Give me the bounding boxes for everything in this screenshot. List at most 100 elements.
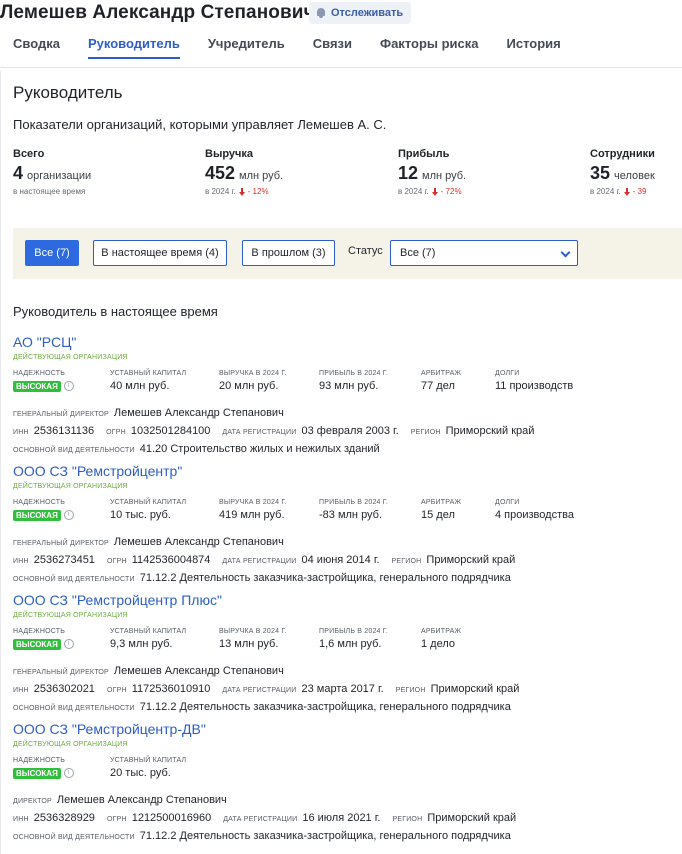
reg-date-value: 16 июля 2021 г. xyxy=(302,812,381,824)
metric-value: 452 xyxy=(205,163,236,183)
org-card: ООО СЗ "Ремстройцентр-ДВ" Действующая ор… xyxy=(13,721,682,843)
org-name-link[interactable]: АО "РСЦ" xyxy=(13,334,682,350)
profit-label: Прибыль в 2024 г. xyxy=(319,499,389,506)
revenue-label: Выручка в 2024 г. xyxy=(219,499,287,506)
metric-note: в настоящее время xyxy=(13,187,86,196)
ogrn-label: ОГРН xyxy=(106,429,126,436)
filter-bar: Все (7) В настоящее время (4) В прошлом … xyxy=(13,228,682,279)
ogrn-value: 1212500016960 xyxy=(131,812,212,824)
debts-value: 4 производства xyxy=(495,509,574,521)
inn-label: ИНН xyxy=(13,429,29,436)
filter-current-button[interactable]: В настоящее время (4) xyxy=(93,240,227,266)
ogrn-value: 1172536010910 xyxy=(131,683,211,695)
metric-note: в 2024 г. xyxy=(590,187,621,196)
info-icon[interactable]: i xyxy=(63,768,74,779)
filter-all-button[interactable]: Все (7) xyxy=(25,240,79,266)
reg-date-label: Дата регистрации xyxy=(223,816,298,823)
inn-value: 2536328929 xyxy=(33,812,95,824)
capital-label: Уставный капитал xyxy=(110,628,187,635)
reg-date-label: Дата регистрации xyxy=(222,558,297,565)
org-status: Действующая организация xyxy=(13,741,128,748)
profit-value: 93 млн руб. xyxy=(319,380,379,392)
metric-value: 12 xyxy=(398,163,419,183)
reliability-label: Надежность xyxy=(13,628,66,635)
profit-value: 1,6 млн руб. xyxy=(319,638,382,650)
metric-change: - 72% xyxy=(440,187,462,196)
region-label: Регион xyxy=(410,429,441,436)
track-button[interactable]: Отслеживать xyxy=(309,2,412,24)
director-label: Генеральный директор xyxy=(13,411,109,418)
filter-past-button[interactable]: В прошлом (3) xyxy=(242,240,335,266)
revenue-value: 20 млн руб. xyxy=(219,380,279,392)
tab-summary[interactable]: Сводка xyxy=(13,28,60,59)
reg-date-value: 23 марта 2017 г. xyxy=(301,683,384,695)
debts-value: 11 производств xyxy=(495,380,574,392)
page-header: Лемешев Александр Степанович Отслеживать… xyxy=(0,0,682,62)
activity-label: Основной вид деятельности xyxy=(13,576,135,583)
org-name-link[interactable]: ООО СЗ "Ремстройцентр-ДВ" xyxy=(13,721,682,737)
status-select-value: Все (7) xyxy=(400,247,436,259)
ogrn-label: ОГРН xyxy=(106,558,127,565)
org-status: Действующая организация xyxy=(13,354,128,361)
metric-total: Всего 4 организации в настоящее время xyxy=(13,148,91,196)
org-name-link[interactable]: ООО СЗ "Ремстройцентр Плюс" xyxy=(13,592,682,608)
org-name-link[interactable]: ООО СЗ "Ремстройцентр" xyxy=(13,463,682,479)
director-name: Лемешев Александр Степанович xyxy=(113,407,284,419)
metric-value: 4 xyxy=(13,163,24,183)
activity-value: 71.12.2 Деятельность заказчика-застройщи… xyxy=(139,830,511,842)
tab-risk-factors[interactable]: Факторы риска xyxy=(380,28,479,59)
arbitration-value: 15 дел xyxy=(421,509,455,521)
revenue-value: 419 млн руб. xyxy=(219,509,285,521)
status-select[interactable]: Все (7) xyxy=(390,240,578,266)
capital-label: Уставный капитал xyxy=(110,370,187,377)
metric-unit: человек xyxy=(614,170,655,182)
reg-date-label: Дата регистрации xyxy=(222,687,297,694)
tab-founder[interactable]: Учредитель xyxy=(208,28,285,59)
region-value: Приморский край xyxy=(426,554,516,566)
revenue-value: 13 млн руб. xyxy=(219,638,279,650)
info-icon[interactable]: i xyxy=(63,510,74,521)
arbitration-label: Арбитраж xyxy=(421,370,462,377)
arbitration-label: Арбитраж xyxy=(421,628,462,635)
director-label: Директор xyxy=(13,798,52,805)
activity-value: 71.12.2 Деятельность заказчика-застройщи… xyxy=(139,572,511,584)
list-title: Руководитель в настоящее время xyxy=(13,304,218,319)
debts-label: Долги xyxy=(495,499,520,506)
metric-label: Прибыль xyxy=(398,148,450,160)
reg-date-value: 03 февраля 2003 г. xyxy=(301,425,399,437)
capital-value: 9,3 млн руб. xyxy=(110,638,173,650)
activity-value: 41.20 Строительство жилых и нежилых здан… xyxy=(139,443,380,455)
activity-value: 71.12.2 Деятельность заказчика-застройщи… xyxy=(139,701,511,713)
metric-revenue: Выручка 452 млн руб. в 2024 г. - 12% xyxy=(205,148,283,196)
director-name: Лемешев Александр Степанович xyxy=(113,665,284,677)
tab-links[interactable]: Связи xyxy=(313,28,352,59)
info-icon[interactable]: i xyxy=(63,381,74,392)
ogrn-value: 1142536004874 xyxy=(131,554,211,566)
profit-value: -83 млн руб. xyxy=(319,509,383,521)
capital-value: 20 тыс. руб. xyxy=(110,767,171,779)
metric-label: Выручка xyxy=(205,148,254,160)
tab-history[interactable]: История xyxy=(507,28,561,59)
org-status: Действующая организация xyxy=(13,483,128,490)
info-icon[interactable]: i xyxy=(63,639,74,650)
reliability-label: Надежность xyxy=(13,370,66,377)
reliability-badge: Высокая xyxy=(13,510,61,521)
arbitration-label: Арбитраж xyxy=(421,499,462,506)
metric-employees: Сотрудники 35 человек в 2024 г. - 39 xyxy=(590,148,655,196)
debts-label: Долги xyxy=(495,370,520,377)
tabs-divider xyxy=(0,67,682,68)
reliability-badge: Высокая xyxy=(13,768,61,779)
inn-label: ИНН xyxy=(13,816,29,823)
reg-date-value: 04 июня 2014 г. xyxy=(301,554,380,566)
tab-director[interactable]: Руководитель xyxy=(87,28,180,59)
profit-label: Прибыль в 2024 г. xyxy=(319,628,389,635)
bell-icon xyxy=(316,7,326,19)
inn-label: ИНН xyxy=(13,558,29,565)
org-card: АО "РСЦ" Действующая организация Надежно… xyxy=(13,334,682,456)
reliability-label: Надежность xyxy=(13,499,66,506)
metric-note: в 2024 г. xyxy=(398,187,429,196)
inn-value: 2536273451 xyxy=(33,554,95,566)
arrow-down-icon xyxy=(623,187,630,196)
reliability-badge: Высокая xyxy=(13,639,61,650)
ogrn-value: 1032501284100 xyxy=(130,425,211,437)
